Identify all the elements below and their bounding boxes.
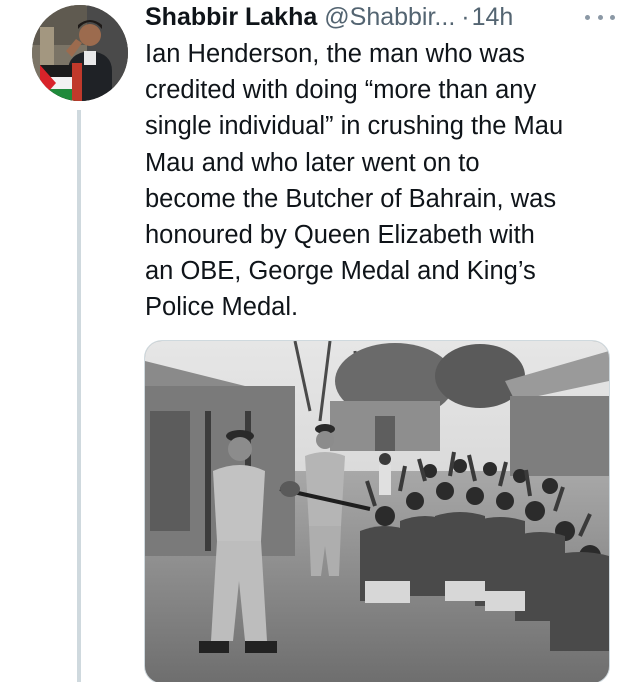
avatar[interactable]	[32, 5, 128, 101]
tweet-media-photo[interactable]	[144, 340, 610, 682]
tweet-header: Shabbir Lakha @Shabbir... · 14h	[145, 2, 615, 32]
tweet-text: Ian Henderson, the man who was credited …	[145, 40, 564, 322]
separator-dot: ·	[461, 2, 470, 31]
avatar-image	[32, 5, 128, 101]
more-options-icon[interactable]	[585, 4, 615, 30]
thread-line	[77, 110, 81, 682]
author-handle[interactable]: @Shabbir...	[324, 3, 455, 32]
timestamp[interactable]: 14h	[472, 3, 514, 32]
author-name[interactable]: Shabbir Lakha	[145, 3, 317, 32]
tweet[interactable]: Shabbir Lakha @Shabbir... · 14h Ian Hend…	[0, 0, 640, 682]
historical-photo	[145, 341, 609, 682]
